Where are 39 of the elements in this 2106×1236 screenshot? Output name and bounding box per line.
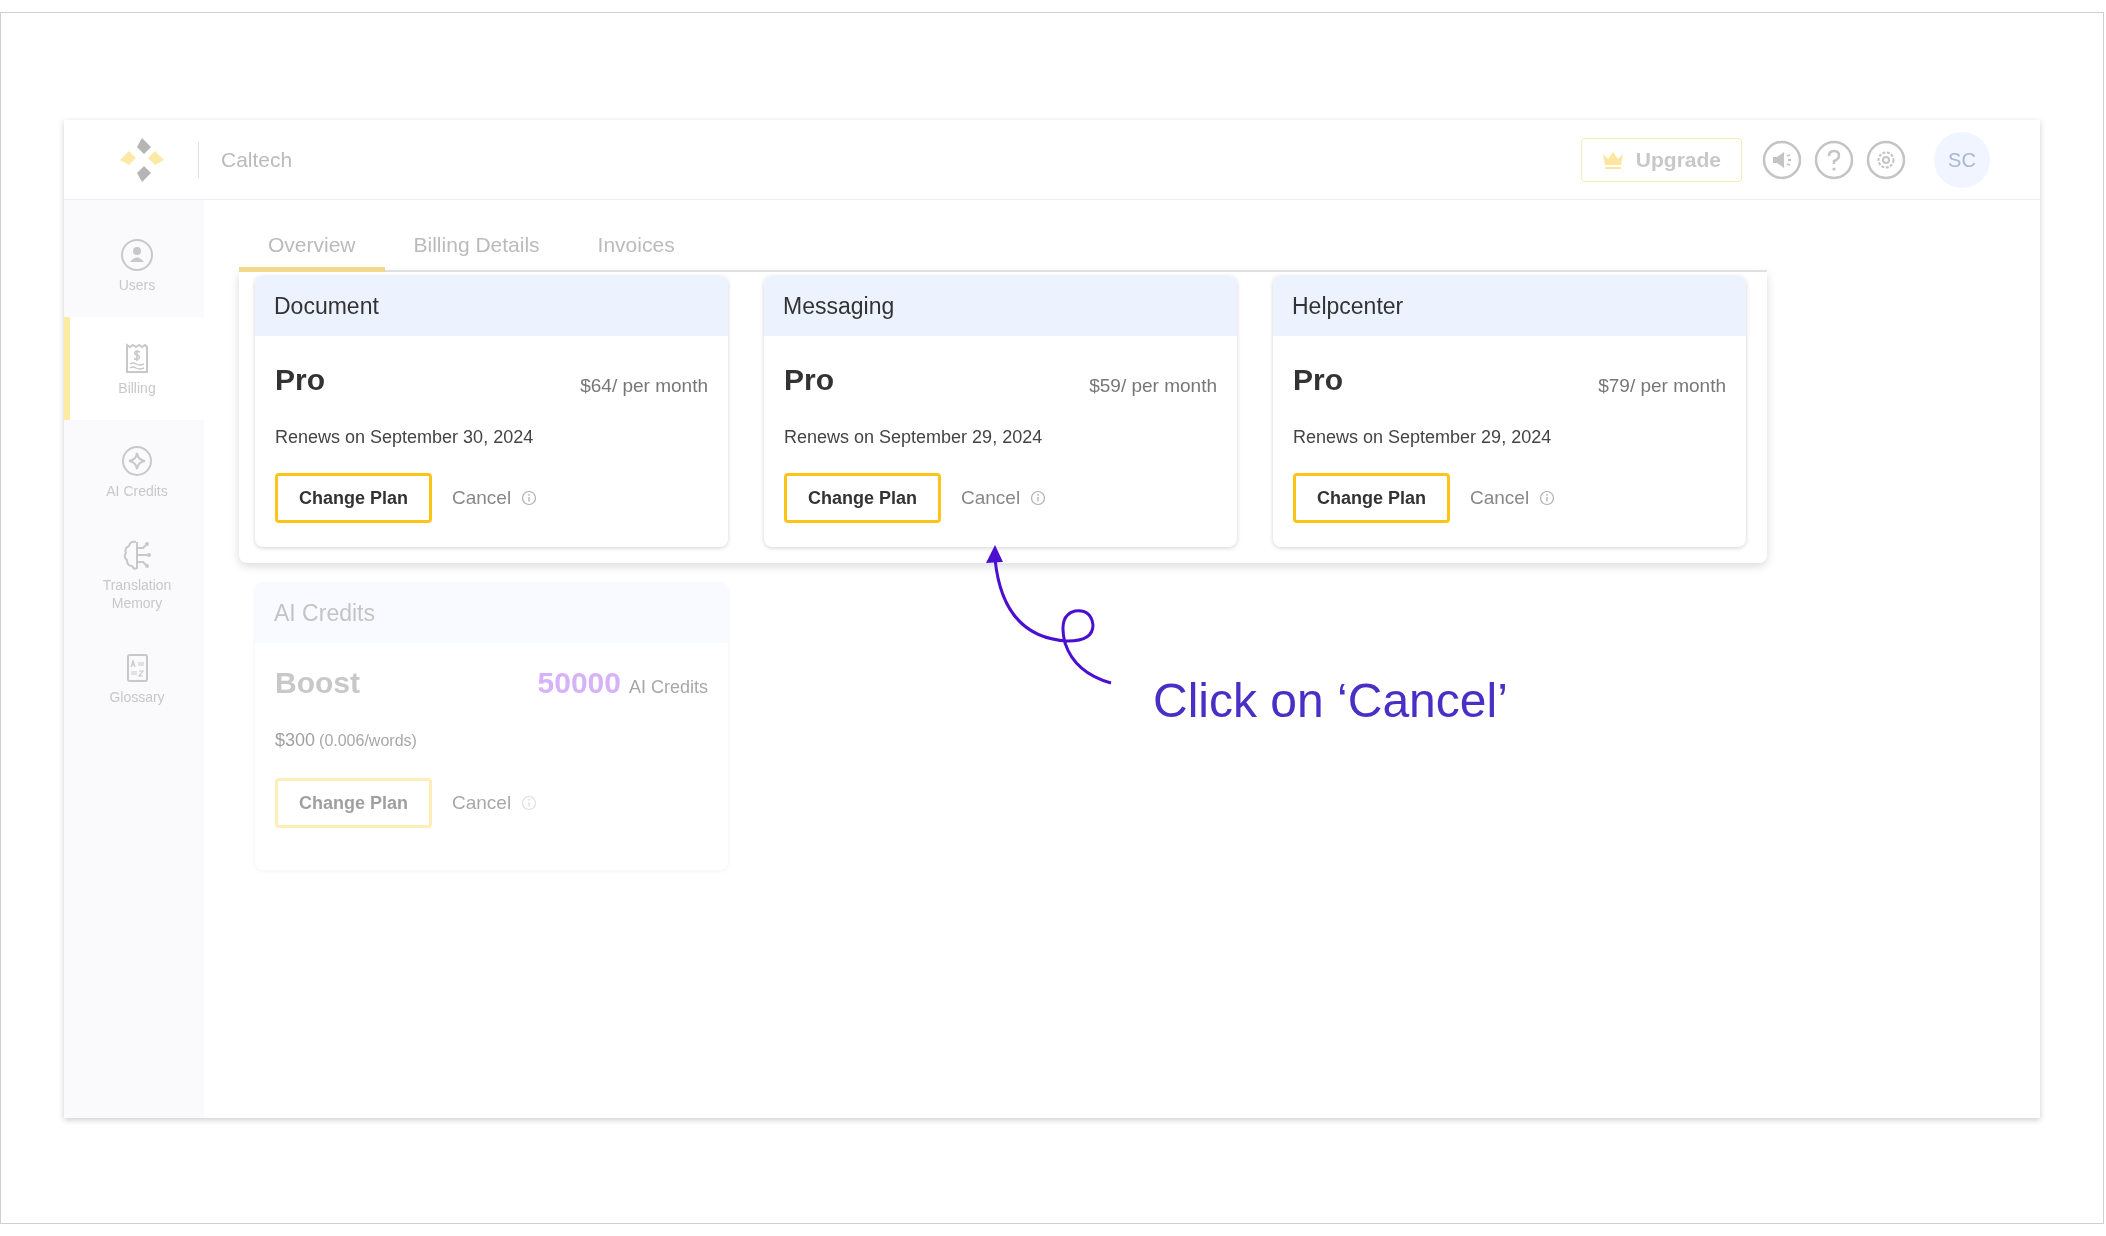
credit-amount: 50000: [537, 664, 621, 701]
product-name: Messaging: [783, 291, 895, 321]
cancel-link[interactable]: Cancel: [452, 788, 512, 818]
plan-name: Pro: [275, 361, 325, 398]
info-icon: [1539, 490, 1556, 506]
plan-name: Pro: [1293, 361, 1343, 398]
product-name: Helpcenter: [1292, 291, 1404, 321]
user-avatar[interactable]: SC: [1934, 131, 1990, 188]
renewal-date: Renews on September 29, 2024: [784, 426, 1044, 449]
tab[interactable]: Invoices: [568, 222, 704, 272]
cancel-link[interactable]: Cancel: [1470, 483, 1530, 513]
settings-icon[interactable]: [1866, 139, 1906, 180]
renewal-date: Renews on September 29, 2024: [1293, 426, 1553, 449]
cancel-link[interactable]: Cancel: [961, 483, 1021, 513]
change-plan-button[interactable]: Change Plan: [275, 473, 432, 523]
info-icon: [521, 795, 538, 811]
info-icon: [1030, 490, 1047, 506]
credit-price: $300: [275, 729, 316, 752]
help-icon[interactable]: [1814, 139, 1854, 180]
organization-name: Caltech: [221, 146, 293, 173]
plan-price: $59/ per month: [1089, 373, 1217, 398]
annotation-text: Click on ‘Cancel’: [1153, 673, 1508, 729]
credit-rate: (0.006/words): [319, 731, 417, 751]
product-name: Document: [274, 291, 379, 321]
user-icon: [120, 237, 154, 272]
plan-name: Pro: [784, 361, 834, 398]
plan-price: $64/ per month: [580, 373, 708, 398]
change-plan-button[interactable]: Change Plan: [784, 473, 941, 523]
sparkle-icon: [120, 443, 154, 478]
product-name: AI Credits: [274, 598, 375, 628]
renewal-date: Renews on September 30, 2024: [275, 426, 535, 449]
change-plan-button[interactable]: Change Plan: [1293, 473, 1450, 523]
megaphone-icon[interactable]: [1762, 139, 1802, 180]
cancel-link[interactable]: Cancel: [452, 483, 512, 513]
info-icon: [521, 490, 538, 506]
change-plan-button[interactable]: Change Plan: [275, 778, 432, 828]
tab[interactable]: Billing Details: [384, 222, 569, 272]
credit-unit: AI Credits: [628, 675, 708, 699]
plan-price: $79/ per month: [1598, 373, 1726, 398]
